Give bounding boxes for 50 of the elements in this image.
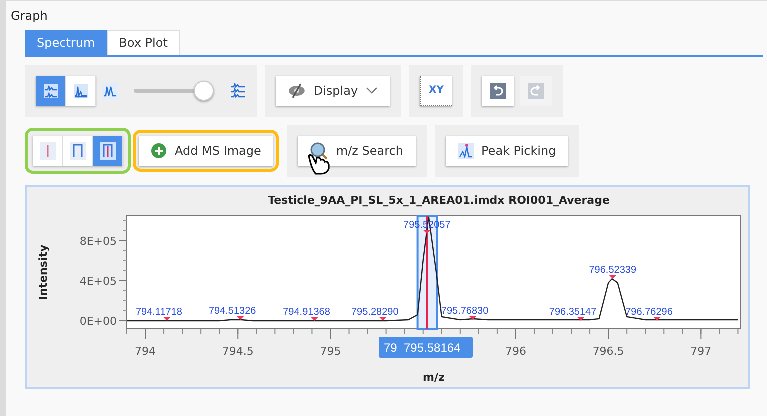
peak-label: 795.28290 [352, 307, 399, 318]
peak-pick-icon [458, 143, 474, 159]
peak-picking-button[interactable]: Peak Picking [446, 136, 568, 166]
x-tick-label: 794.5 [222, 345, 254, 358]
chevron-down-icon [366, 87, 378, 95]
x-tick-label: 796 [505, 345, 526, 358]
y-tick-label: 4E+05 [80, 275, 117, 288]
x-axis-title: m/z [423, 371, 445, 384]
redo-icon [528, 83, 544, 99]
x-tick-label: 797 [690, 345, 712, 358]
x-tick-label: 795 [320, 345, 342, 358]
panel-title: Graph [10, 8, 49, 25]
peak-label: 795.76830 [441, 306, 489, 317]
peak-label: 796.76296 [626, 307, 673, 318]
plus-icon [151, 143, 167, 159]
peak-label: 796.35147 [549, 307, 597, 318]
peak-label: 794.11718 [136, 307, 182, 318]
y-tick-label: 0E+00 [80, 315, 117, 328]
x-tick-label: 796.5 [592, 345, 624, 358]
x-tick-label: 794 [135, 345, 156, 358]
marker-lines-icon [40, 142, 56, 160]
axis-range-button[interactable]: XY [420, 76, 452, 106]
cursor-value: 795.58164 [404, 341, 461, 355]
peak-label: 794.51326 [208, 306, 256, 317]
y-axis-title: Intensity [37, 244, 50, 300]
cursor-value: 79 [384, 341, 398, 355]
peak-label: 796.52339 [589, 265, 637, 276]
display-dropdown[interactable]: Display [276, 76, 390, 106]
many-peaks-icon [230, 83, 246, 99]
view-toggle[interactable] [36, 76, 66, 106]
search-icon [310, 142, 328, 160]
y-tick-label: 8E+05 [80, 235, 117, 248]
marker-lines-icon [100, 142, 116, 160]
marker-lines-icon [70, 142, 86, 160]
peak-label: 794.91368 [283, 307, 330, 318]
hidden-eye-icon [288, 83, 306, 99]
mode-toggle[interactable] [33, 136, 63, 166]
add-ms-image-button[interactable]: Add MS Image [139, 136, 274, 166]
view-toggle[interactable] [66, 76, 96, 106]
chart-title: Testicle_9AA_PI_SL_5x_1_AREA01.imdx ROI001_Average [268, 194, 610, 207]
undo-button[interactable] [482, 76, 514, 106]
overlay-spectra-icon [72, 83, 88, 99]
mode-toggle[interactable] [93, 136, 123, 166]
stacked-spectra-icon [42, 83, 58, 99]
peaks-icon [102, 83, 118, 99]
mode-toggle[interactable] [63, 136, 93, 166]
tab[interactable]: Box Plot [107, 30, 180, 55]
mz-search-button[interactable]: m/z Search [298, 136, 416, 166]
hand-cursor-icon [307, 153, 333, 175]
undo-icon [490, 83, 506, 99]
